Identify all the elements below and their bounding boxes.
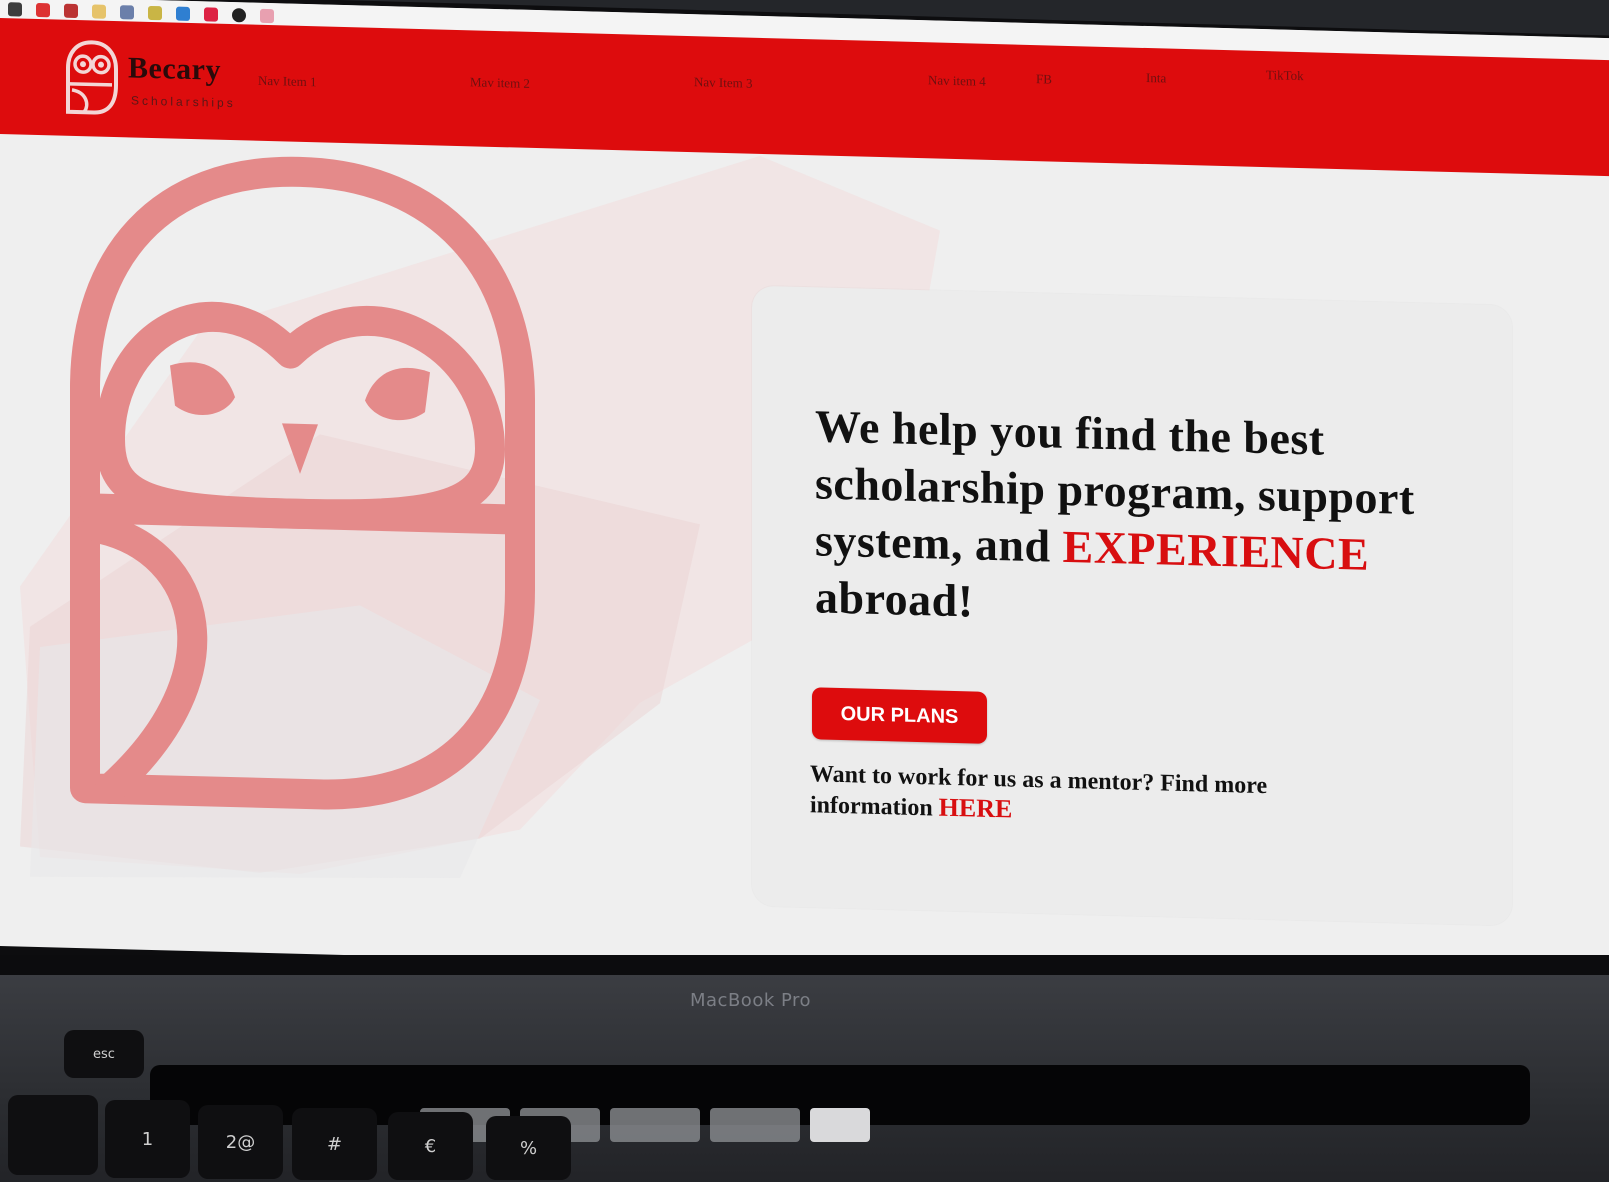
touch-bar-thumbnail[interactable] [710,1108,800,1142]
esc-key[interactable]: esc [64,1030,144,1078]
nav-item-2[interactable]: Mav item 2 [470,74,530,92]
headline-accent: EXPERIENCE [1062,520,1370,580]
nav-link-inta[interactable]: Inta [1146,70,1166,87]
laptop-screen: Becary Scholarships Nav Item 1 Mav item … [0,0,1609,989]
mentor-text-body: Want to work for us as a mentor? Find mo… [810,761,1268,822]
hero-headline: We help you find the best scholarship pr… [815,397,1435,641]
key-1[interactable]: 1 [105,1100,190,1178]
nav-link-fb[interactable]: FB [1036,71,1052,87]
touch-bar-thumbnail[interactable] [610,1108,700,1142]
nav-link-tiktok[interactable]: TikTok [1266,67,1304,84]
bookmark-icon[interactable] [176,6,190,21]
brand-tagline: Scholarships [131,93,236,111]
brand-name[interactable]: Becary [128,51,221,87]
mentor-here-link[interactable]: HERE [939,793,1013,824]
bookmark-icon[interactable] [120,5,134,20]
bookmark-icon[interactable] [36,2,50,18]
headline-end: abroad! [815,571,974,627]
bookmark-icon[interactable] [92,4,106,19]
photo: Becary Scholarships Nav Item 1 Mav item … [0,0,1609,1182]
nav-item-3[interactable]: Nav Item 3 [694,74,752,92]
bookmark-icon[interactable] [260,8,274,24]
key-3[interactable]: # [292,1108,377,1180]
owl-illustration-icon [70,156,535,810]
owl-logo-icon[interactable] [64,38,120,121]
our-plans-button[interactable]: OUR PLANS [812,687,987,744]
key-4[interactable]: € [388,1112,473,1180]
nav-item-4[interactable]: Nav item 4 [928,72,986,90]
bookmark-icon[interactable] [204,7,218,22]
bookmark-icon[interactable] [148,5,162,21]
touch-bar-thumbnail[interactable] [810,1108,870,1142]
key[interactable] [8,1095,98,1175]
bookmark-icon[interactable] [64,3,78,19]
bookmark-icon[interactable] [8,2,22,17]
key-5[interactable]: % [486,1116,571,1180]
key-2[interactable]: 2@ [198,1105,283,1179]
bookmark-icon[interactable] [232,8,246,23]
nav-item-1[interactable]: Nav Item 1 [258,73,316,91]
device-label: MacBook Pro [690,990,812,1011]
